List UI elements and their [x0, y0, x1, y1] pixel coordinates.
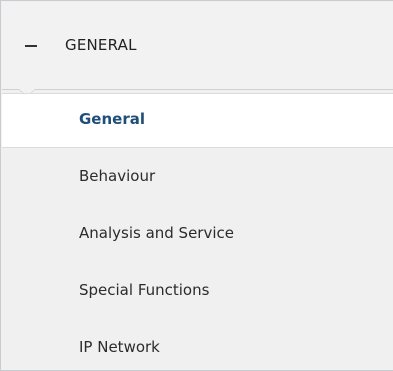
collapse-minus-icon[interactable]: [25, 45, 37, 47]
nav-item-label: Behaviour: [79, 167, 156, 185]
nav-item-label: Special Functions: [79, 281, 210, 299]
section-header-general[interactable]: GENERAL: [2, 2, 393, 97]
nav-item-label: IP Network: [79, 338, 160, 356]
nav-item-special-functions[interactable]: Special Functions: [2, 264, 393, 321]
nav-item-label: General: [79, 110, 145, 128]
section-title: GENERAL: [65, 36, 137, 54]
nav-item-label: Analysis and Service: [79, 224, 234, 242]
nav-item-ip-network[interactable]: IP Network: [2, 321, 393, 370]
navigation-panel: GENERAL General Behaviour Analysis and S…: [0, 0, 393, 371]
nav-item-analysis-and-service[interactable]: Analysis and Service: [2, 207, 393, 264]
nav-item-general[interactable]: General: [2, 93, 393, 148]
nav-list: General Behaviour Analysis and Service S…: [2, 93, 393, 370]
nav-item-behaviour[interactable]: Behaviour: [2, 150, 393, 207]
